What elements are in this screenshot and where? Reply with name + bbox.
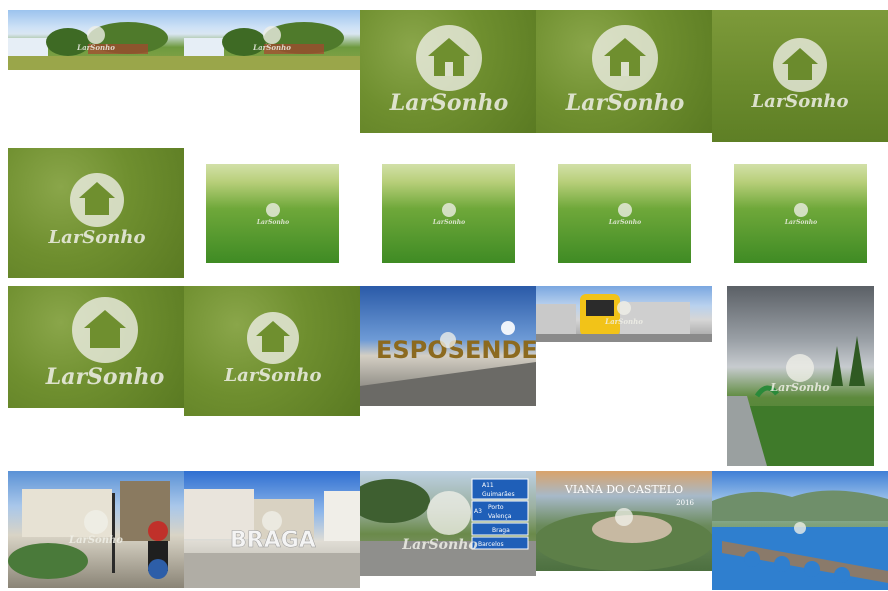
- braga-letters: BRAGA: [230, 528, 316, 553]
- meadow-photo: LarSonho: [784, 203, 817, 226]
- watermark-text: LarSonho: [45, 364, 165, 390]
- watermark-house-icon: [617, 301, 631, 315]
- grass-photo: LarSonho: [45, 297, 165, 390]
- watermark-house-icon: [773, 38, 827, 92]
- gallery-photo-9[interactable]: LarSonho: [558, 164, 691, 263]
- svg-text:Porto: Porto: [488, 504, 504, 511]
- road-sign: A11 Guimarães A3 Porto Valença Braga Bar…: [471, 478, 529, 550]
- svg-text:A11: A11: [482, 482, 494, 489]
- gallery-photo-10[interactable]: LarSonho: [734, 164, 867, 263]
- watermark-house-icon: [786, 354, 814, 382]
- meadow-photo: LarSonho: [256, 203, 289, 226]
- watermark-text: LarSonho: [604, 317, 643, 326]
- gallery-photo-16[interactable]: LarSonho: [8, 471, 184, 588]
- gallery-photo-17[interactable]: BRAGA: [184, 471, 360, 588]
- watermark-text: LarSonho: [224, 365, 322, 386]
- watermark-text: LarSonho: [769, 381, 829, 394]
- gallery-photo-18[interactable]: A11 Guimarães A3 Porto Valença Braga Bar…: [360, 471, 536, 576]
- viana-year: 2016: [676, 499, 694, 507]
- svg-text:Guimarães: Guimarães: [482, 491, 515, 498]
- watermark-house-icon: [84, 510, 108, 534]
- gallery-photo-6[interactable]: LarSonho: [8, 148, 184, 278]
- gallery-photo-11[interactable]: LarSonho: [8, 286, 184, 408]
- watermark-text: LarSonho: [68, 535, 123, 546]
- watermark-text: LarSonho: [751, 91, 849, 112]
- watermark-house-icon: [440, 332, 456, 348]
- watermark-house-icon: [247, 312, 299, 364]
- gallery-photo-12[interactable]: LarSonho: [184, 286, 360, 416]
- train-photo: LarSonho: [536, 294, 712, 342]
- town-square-photo: LarSonho: [8, 481, 170, 579]
- meadow-photo: LarSonho: [608, 203, 641, 226]
- gallery-photo-7[interactable]: LarSonho: [206, 164, 339, 263]
- watermark-house-icon: [442, 203, 456, 217]
- watermark-text: LarSonho: [48, 227, 146, 248]
- coast-garden-photo: LarSonho: [184, 22, 360, 70]
- watermark-text: LarSonho: [565, 90, 685, 116]
- watermark-house-icon: [618, 203, 632, 217]
- watermark-house-icon: [416, 25, 482, 91]
- svg-text:Braga: Braga: [492, 527, 510, 534]
- watermark-text: LarSonho: [784, 219, 817, 226]
- gallery-photo-19[interactable]: VIANA DO CASTELO 2016: [536, 471, 712, 571]
- gallery-photo-2[interactable]: LarSonho: [184, 10, 360, 70]
- gallery-photo-15[interactable]: LarSonho: [727, 286, 874, 466]
- watermark-house-icon: [794, 203, 808, 217]
- svg-text:Barcelos: Barcelos: [478, 541, 504, 548]
- road-signs-photo: A11 Guimarães A3 Porto Valença Braga Bar…: [360, 478, 536, 576]
- grass-photo: LarSonho: [751, 38, 849, 112]
- watermark-text: LarSonho: [256, 219, 289, 226]
- gallery-photo-14[interactable]: LarSonho: [536, 286, 712, 342]
- grass-photo: LarSonho: [48, 173, 146, 248]
- gallery-photo-13[interactable]: ESPOSENDE: [360, 286, 536, 406]
- watermark-house-icon: [794, 522, 806, 534]
- viana-do-castelo-photo: VIANA DO CASTELO 2016: [536, 483, 712, 571]
- braga-sign-photo: BRAGA: [184, 489, 360, 588]
- watermark-house-icon: [266, 203, 280, 217]
- watermark-text: LarSonho: [608, 219, 641, 226]
- watermark-text: LarSonho: [252, 43, 291, 52]
- esposende-letters: ESPOSENDE: [376, 336, 536, 364]
- watermark-house-icon: [427, 491, 471, 535]
- watermark-house-icon: [87, 26, 105, 44]
- watermark-house-icon: [72, 297, 138, 363]
- meadow-photo: LarSonho: [432, 203, 465, 226]
- viana-title: VIANA DO CASTELO: [564, 483, 683, 496]
- svg-text:A3: A3: [474, 508, 482, 515]
- gallery-photo-8[interactable]: LarSonho: [382, 164, 515, 263]
- watermark-text: LarSonho: [76, 43, 115, 52]
- watermark-house-icon: [263, 26, 281, 44]
- gallery-photo-5[interactable]: LarSonho: [712, 10, 888, 142]
- watermark-house-icon: [615, 508, 633, 526]
- svg-text:Valença: Valença: [488, 513, 512, 520]
- park-photo: LarSonho: [727, 336, 874, 466]
- grass-photo: LarSonho: [565, 25, 685, 116]
- gallery-photo-1[interactable]: LarSonho: [8, 10, 184, 70]
- grass-photo: LarSonho: [389, 25, 509, 116]
- watermark-text: LarSonho: [389, 90, 509, 116]
- watermark-text: LarSonho: [432, 219, 465, 226]
- gallery-photo-20[interactable]: [712, 471, 888, 590]
- gallery-photo-4[interactable]: LarSonho: [536, 10, 712, 133]
- watermark-house-icon: [592, 25, 658, 91]
- watermark-house-icon: [70, 173, 124, 227]
- coast-garden-photo: LarSonho: [8, 22, 184, 70]
- esposende-sign-photo: ESPOSENDE: [360, 321, 536, 406]
- grass-photo: LarSonho: [224, 312, 322, 386]
- watermark-text: LarSonho: [401, 537, 477, 553]
- bridge-photo: [712, 490, 888, 590]
- gallery-photo-3[interactable]: LarSonho: [360, 10, 536, 133]
- watermark-house-icon: [262, 511, 282, 531]
